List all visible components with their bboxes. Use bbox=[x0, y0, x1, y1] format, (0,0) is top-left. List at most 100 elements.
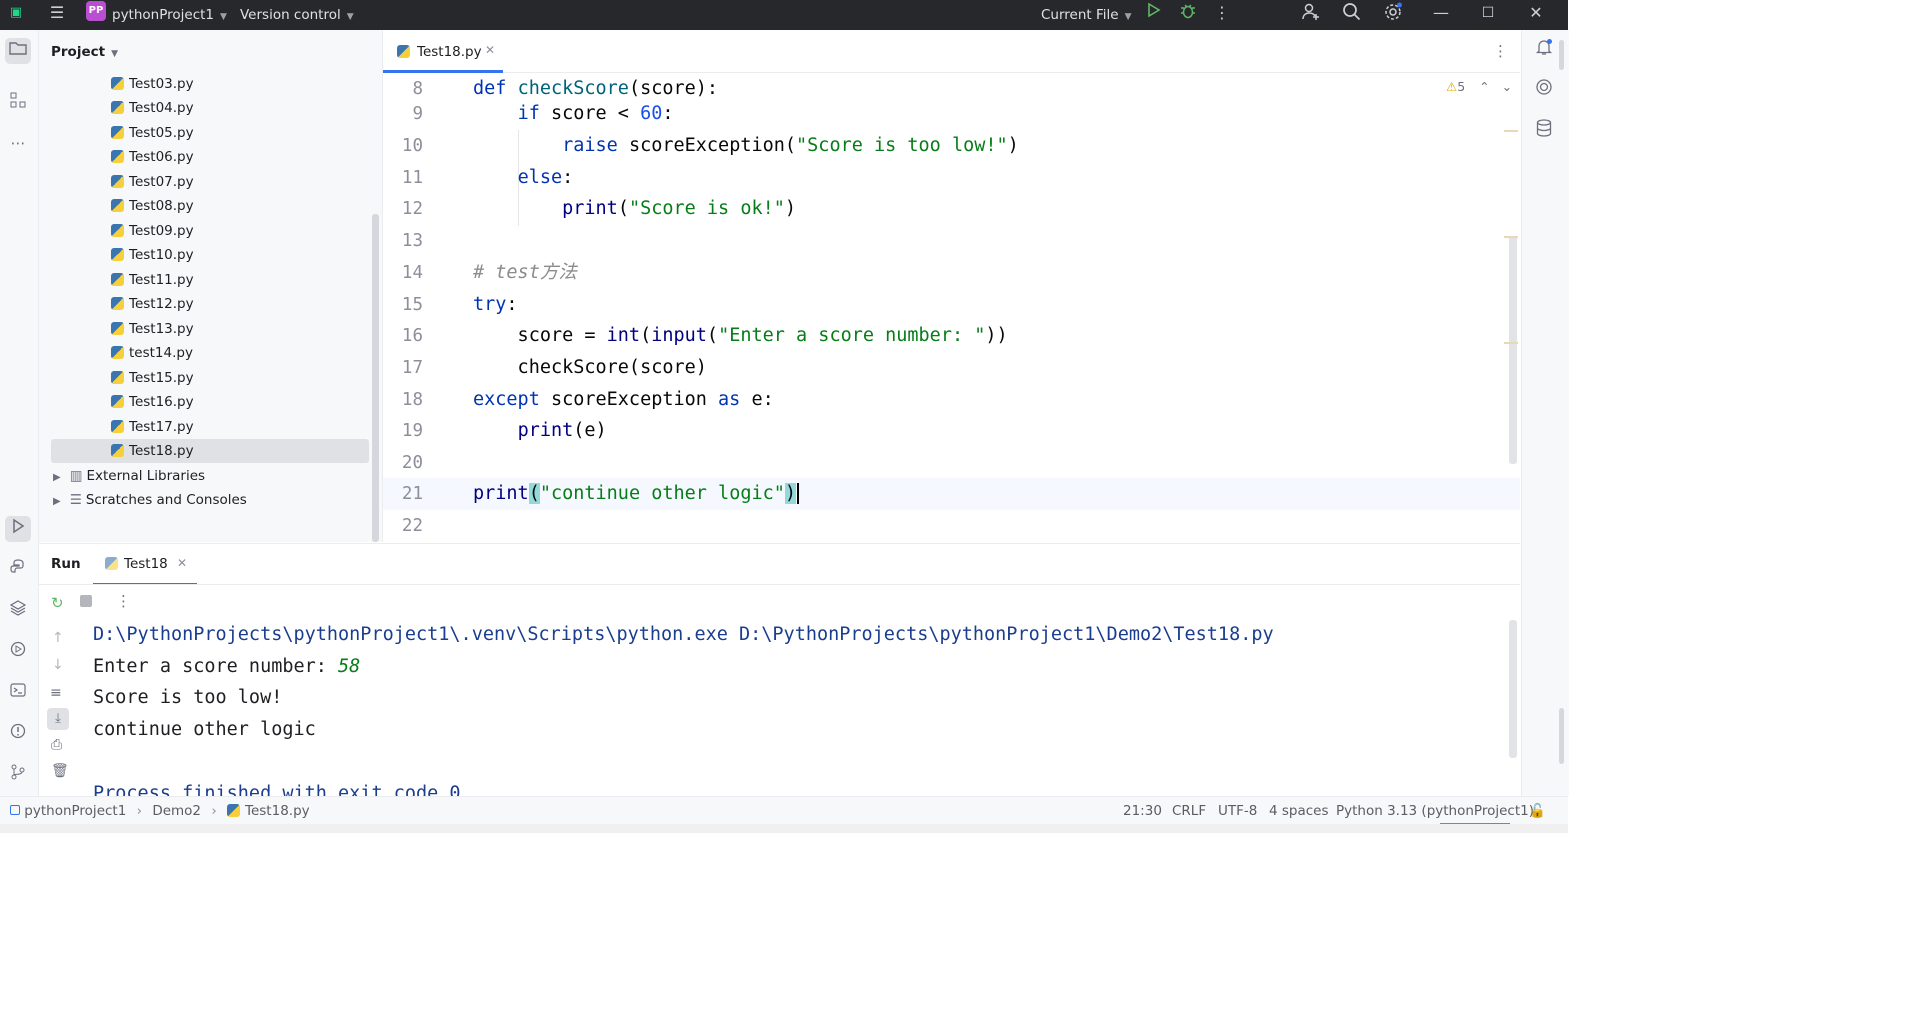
tree-file-test05[interactable]: Test05.py bbox=[111, 121, 194, 145]
notifications-bell-icon[interactable] bbox=[1531, 38, 1557, 64]
code-line-current[interactable]: 21 print("continue other logic") bbox=[383, 478, 1520, 510]
tree-file-test08[interactable]: Test08.py bbox=[111, 194, 194, 218]
terminal-icon[interactable] bbox=[5, 680, 31, 706]
tab-more-icon[interactable]: ⋮ bbox=[1493, 42, 1508, 60]
indent-setting[interactable]: 4 spaces bbox=[1269, 803, 1329, 819]
project-panel-title: Project bbox=[51, 44, 106, 60]
code-line[interactable]: 14 # test方法 bbox=[383, 257, 1520, 289]
chevron-down-icon: ▼ bbox=[346, 12, 354, 22]
line-number: 13 bbox=[401, 231, 423, 251]
run-more-icon[interactable]: ⋮ bbox=[116, 592, 131, 610]
debug-icon[interactable] bbox=[1177, 2, 1199, 24]
code-line[interactable]: 10 raise scoreException("Score is too lo… bbox=[383, 130, 1520, 162]
breadcrumb-file[interactable]: Test18.py bbox=[245, 803, 310, 819]
lock-icon[interactable]: 🔓 bbox=[1529, 803, 1546, 819]
code-line[interactable]: 16 score = int(input("Enter a score numb… bbox=[383, 320, 1520, 352]
tree-file-test07[interactable]: Test07.py bbox=[111, 170, 194, 194]
tree-file-test15[interactable]: Test15.py bbox=[111, 366, 194, 390]
tree-file-test14[interactable]: test14.py bbox=[111, 341, 193, 365]
file-encoding[interactable]: UTF-8 bbox=[1218, 803, 1257, 819]
main-menu-icon[interactable]: ☰ bbox=[46, 2, 68, 24]
problems-icon[interactable] bbox=[5, 721, 31, 747]
tree-file-test12[interactable]: Test12.py bbox=[111, 292, 194, 316]
inspection-widget[interactable]: ⚠5 ⌃ ⌄ bbox=[1446, 79, 1512, 94]
print-icon[interactable]: ⎙ bbox=[51, 737, 62, 753]
code-line[interactable]: 12 print("Score is ok!") bbox=[383, 193, 1520, 225]
arrow-down-icon[interactable]: ↓ bbox=[52, 657, 64, 673]
arrow-up-icon[interactable]: ↑ bbox=[52, 630, 64, 646]
trash-icon[interactable]: 🗑 bbox=[51, 763, 69, 779]
chevron-down-icon[interactable]: ⌄ bbox=[1502, 79, 1512, 94]
tree-file-test06[interactable]: Test06.py bbox=[111, 145, 194, 169]
code-line[interactable]: 19 print(e) bbox=[383, 415, 1520, 447]
maximize-icon[interactable]: ☐ bbox=[1477, 2, 1499, 24]
scroll-to-end-icon[interactable]: ⤓ bbox=[47, 708, 69, 730]
warning-marker[interactable] bbox=[1504, 236, 1518, 238]
stop-icon[interactable] bbox=[80, 595, 92, 607]
breadcrumb-project[interactable]: pythonProject1 bbox=[24, 803, 126, 819]
services-icon[interactable] bbox=[5, 639, 31, 665]
code-line[interactable]: 22 bbox=[383, 510, 1520, 542]
project-scrollbar[interactable] bbox=[372, 214, 379, 542]
chevron-up-icon[interactable]: ⌃ bbox=[1479, 79, 1489, 94]
add-user-icon[interactable] bbox=[1300, 2, 1322, 24]
run-tool-icon[interactable] bbox=[5, 516, 31, 542]
tree-file-test09[interactable]: Test09.py bbox=[111, 219, 194, 243]
more-actions-icon[interactable]: ⋮ bbox=[1211, 2, 1233, 24]
external-libraries-label: External Libraries bbox=[86, 468, 206, 484]
line-separator[interactable]: CRLF bbox=[1172, 803, 1206, 819]
tree-scratches-consoles[interactable]: ▶ ☰ Scratches and Consoles bbox=[53, 488, 247, 512]
more-tools-icon[interactable]: ⋯ bbox=[5, 130, 31, 156]
project-panel-header[interactable]: Project ▼ bbox=[51, 44, 118, 60]
run-tab-close-icon[interactable]: ✕ bbox=[177, 556, 187, 570]
run-icon[interactable] bbox=[1142, 2, 1164, 24]
tree-file-test11[interactable]: Test11.py bbox=[111, 268, 194, 292]
tree-file-test16[interactable]: Test16.py bbox=[111, 390, 194, 414]
database-icon[interactable] bbox=[1531, 119, 1557, 145]
warning-marker[interactable] bbox=[1504, 342, 1518, 344]
warning-marker[interactable] bbox=[1504, 130, 1518, 132]
editor-scrollbar[interactable] bbox=[1509, 236, 1517, 464]
window-scroll-thumb-top[interactable] bbox=[1559, 40, 1564, 70]
code-line[interactable]: 9 if score < 60: bbox=[383, 98, 1520, 130]
tree-external-libraries[interactable]: ▶ ▥ External Libraries bbox=[53, 464, 205, 488]
minimize-icon[interactable]: — bbox=[1430, 2, 1452, 24]
window-scroll-thumb-bottom[interactable] bbox=[1559, 708, 1564, 764]
tab-close-icon[interactable]: ✕ bbox=[485, 43, 495, 57]
python-interpreter[interactable]: Python 3.13 (pythonProject1) bbox=[1336, 803, 1534, 819]
code-line[interactable]: 18 except scoreException as e: bbox=[383, 384, 1520, 416]
code-text: raise scoreException("Score is too low!"… bbox=[562, 135, 1019, 156]
settings-gear-icon[interactable] bbox=[1382, 2, 1404, 24]
rerun-icon[interactable]: ↻ bbox=[51, 594, 67, 612]
caret-position[interactable]: 21:30 bbox=[1123, 803, 1162, 819]
python-console-icon[interactable] bbox=[5, 557, 31, 583]
code-line[interactable]: 11 else: bbox=[383, 162, 1520, 194]
structure-icon[interactable] bbox=[5, 90, 31, 116]
version-control-menu[interactable]: Version control ▼ bbox=[240, 7, 354, 23]
console-scrollbar[interactable] bbox=[1509, 620, 1517, 758]
tree-file-test17[interactable]: Test17.py bbox=[111, 415, 194, 439]
code-line[interactable]: 20 bbox=[383, 447, 1520, 479]
project-tool-folder-icon[interactable] bbox=[5, 38, 31, 64]
code-line[interactable]: 17 checkScore(score) bbox=[383, 352, 1520, 384]
tree-file-test10[interactable]: Test10.py bbox=[111, 243, 194, 267]
tree-file-test03[interactable]: Test03.py bbox=[111, 72, 194, 96]
code-text: print("Score is ok!") bbox=[562, 198, 797, 219]
python-packages-icon[interactable] bbox=[5, 598, 31, 624]
project-switcher[interactable]: pythonProject1 ▼ bbox=[112, 7, 227, 23]
run-config-selector[interactable]: Current File ▼ bbox=[1041, 7, 1132, 23]
soft-wrap-icon[interactable]: ≡ bbox=[50, 685, 62, 701]
code-line[interactable]: 13 bbox=[383, 225, 1520, 257]
run-tab-test18[interactable]: Test18 ✕ bbox=[93, 544, 197, 585]
git-branch-icon[interactable] bbox=[5, 762, 31, 788]
tree-file-test18-selected[interactable]: Test18.py bbox=[51, 439, 369, 463]
line-number: 16 bbox=[401, 326, 423, 346]
editor-tab-test18[interactable]: Test18.py ✕ bbox=[383, 30, 503, 73]
breadcrumb-folder[interactable]: Demo2 bbox=[152, 803, 201, 819]
close-icon[interactable]: ✕ bbox=[1525, 2, 1547, 24]
tree-file-test04[interactable]: Test04.py bbox=[111, 96, 194, 120]
search-icon[interactable] bbox=[1341, 2, 1363, 24]
tree-file-test13[interactable]: Test13.py bbox=[111, 317, 194, 341]
ai-assistant-icon[interactable] bbox=[1531, 78, 1557, 104]
code-line[interactable]: 15 try: bbox=[383, 289, 1520, 321]
